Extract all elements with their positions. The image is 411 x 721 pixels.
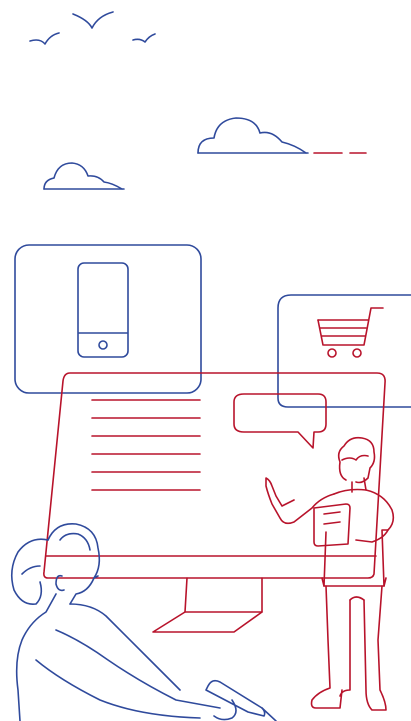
cloud-icon <box>197 117 307 154</box>
bird-icon <box>29 32 60 45</box>
bird-icon <box>132 33 156 43</box>
bird-icon <box>72 11 114 29</box>
birds <box>29 11 156 45</box>
cloud-icon <box>43 162 123 190</box>
monitor-stand <box>152 577 263 633</box>
clouds <box>43 117 367 190</box>
clipboard <box>313 503 351 547</box>
illustration-scene <box>0 0 411 721</box>
phone-card <box>14 244 202 394</box>
smartphone-icon <box>77 262 129 358</box>
shopping-cart-icon <box>317 307 384 358</box>
woman-with-pen <box>10 523 277 721</box>
monitor-screen <box>43 372 386 633</box>
speech-bubble-icon <box>233 393 327 449</box>
cart-card <box>277 294 411 408</box>
screen-text-lines <box>91 399 201 491</box>
